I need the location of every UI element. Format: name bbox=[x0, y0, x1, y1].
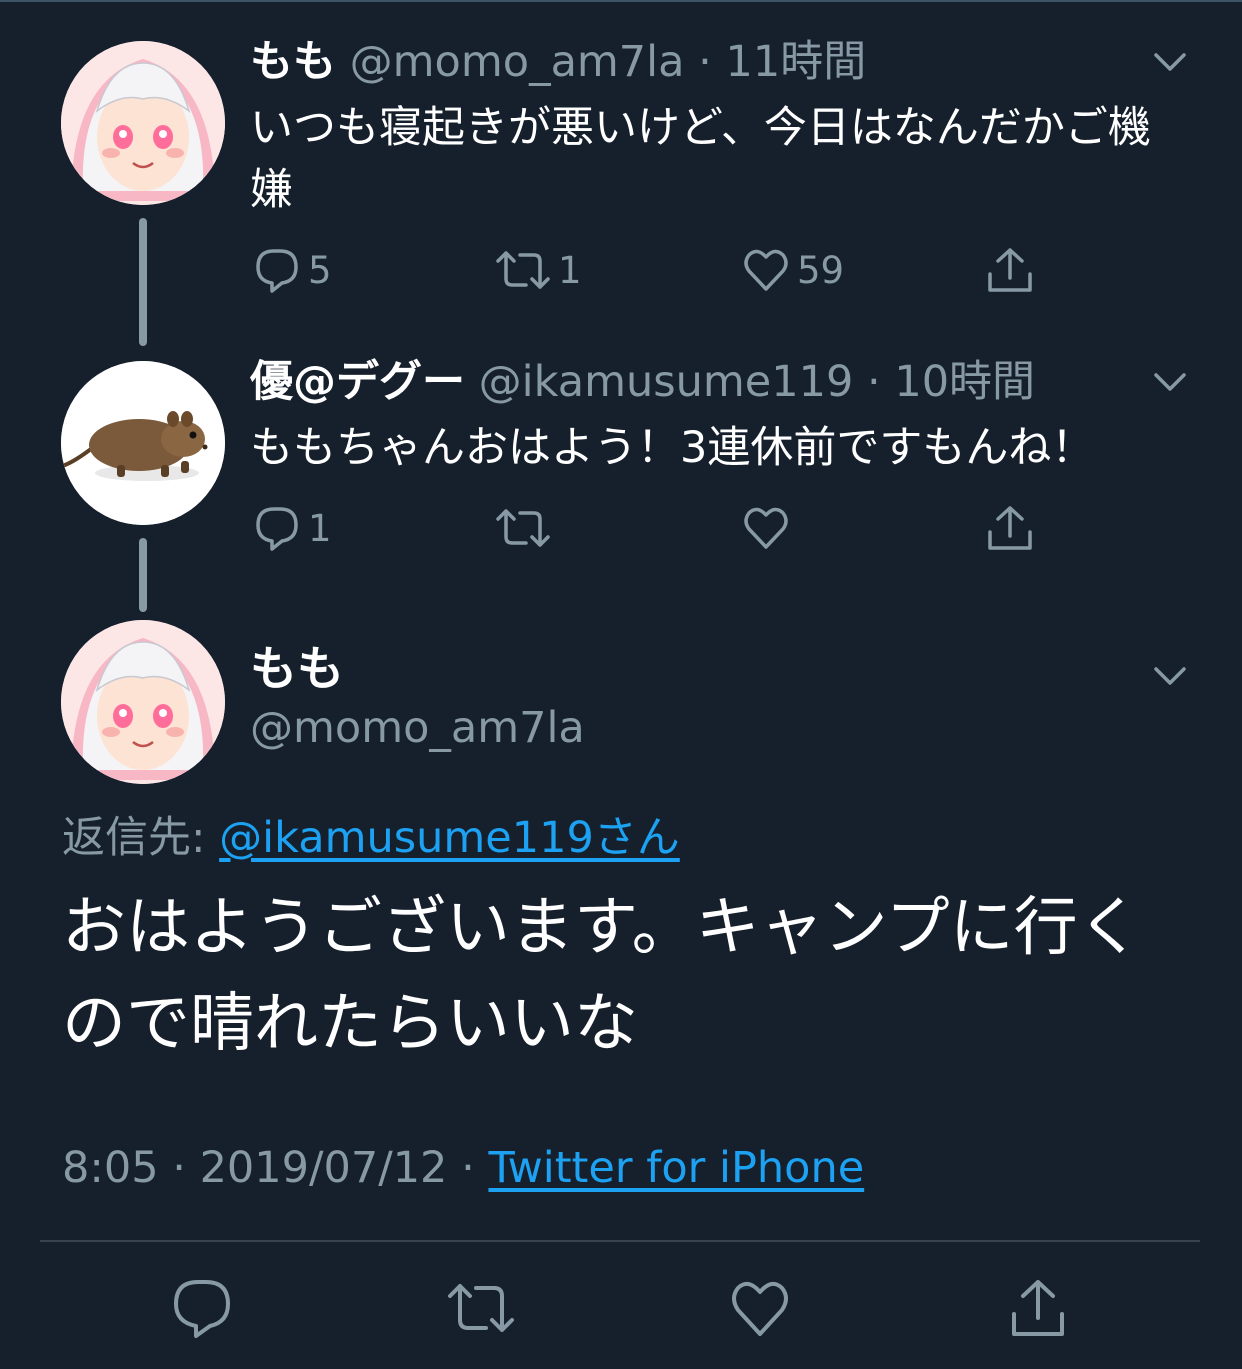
avatar-yu[interactable] bbox=[61, 361, 225, 525]
tweet-time: 8:05 bbox=[62, 1143, 159, 1193]
retweet-icon bbox=[496, 509, 550, 547]
divider bbox=[40, 1240, 1200, 1242]
user-handle[interactable]: @momo_am7la bbox=[350, 37, 685, 87]
like-count: 59 bbox=[797, 248, 845, 292]
heart-icon bbox=[744, 249, 788, 291]
retweet-count: 1 bbox=[558, 248, 582, 292]
reply-button[interactable]: 5 bbox=[252, 244, 332, 296]
share-button[interactable] bbox=[984, 244, 1036, 296]
chevron-down-icon[interactable] bbox=[1150, 362, 1190, 402]
retweet-button[interactable]: 1 bbox=[494, 244, 582, 296]
avatar-momo[interactable] bbox=[61, 41, 225, 205]
degu-avatar-icon bbox=[61, 361, 225, 525]
reply-to-label: 返信先: bbox=[62, 813, 220, 863]
reply-count: 1 bbox=[308, 506, 332, 550]
separator: · bbox=[461, 1143, 475, 1193]
anime-girl-avatar-icon bbox=[61, 41, 225, 205]
display-name[interactable]: もも bbox=[250, 642, 344, 698]
tweet-header: もも @momo_am7la · 11時間 bbox=[250, 37, 866, 87]
reply-to-line: 返信先: @ikamusume119さん bbox=[62, 810, 680, 866]
reply-icon bbox=[256, 507, 298, 551]
like-button[interactable]: 59 bbox=[741, 244, 844, 296]
tweet-time[interactable]: 10時間 bbox=[894, 357, 1035, 407]
chevron-down-icon[interactable] bbox=[1150, 656, 1190, 696]
heart-icon[interactable] bbox=[728, 1276, 792, 1340]
separator: · bbox=[867, 357, 881, 407]
tweet-text: ももちゃんおはよう！3連休前ですもんね！ bbox=[250, 423, 1095, 473]
tweet-date: 2019/07/12 bbox=[199, 1143, 448, 1193]
reply-count: 5 bbox=[308, 248, 332, 292]
thread-connector bbox=[139, 218, 147, 346]
display-name[interactable]: 優@デグー bbox=[250, 357, 465, 407]
thread-connector bbox=[139, 538, 147, 612]
tweet-header: 優@デグー @ikamusume119 · 10時間 bbox=[250, 357, 1035, 407]
like-button[interactable] bbox=[741, 502, 797, 554]
reply-icon[interactable] bbox=[170, 1276, 234, 1340]
display-name[interactable]: もも bbox=[250, 37, 336, 87]
separator: · bbox=[698, 37, 712, 87]
share-icon bbox=[988, 248, 1032, 292]
separator: · bbox=[172, 1143, 186, 1193]
reply-button[interactable]: 1 bbox=[252, 502, 332, 554]
share-button[interactable] bbox=[984, 502, 1036, 554]
tweet-source-link[interactable]: Twitter for iPhone bbox=[488, 1143, 864, 1193]
reply-mention-link[interactable]: @ikamusume119さん bbox=[219, 813, 680, 863]
share-icon bbox=[988, 506, 1032, 550]
retweet-icon[interactable] bbox=[446, 1276, 516, 1340]
share-icon[interactable] bbox=[1006, 1276, 1070, 1340]
avatar-momo[interactable] bbox=[61, 620, 225, 784]
retweet-icon bbox=[496, 251, 550, 289]
user-handle[interactable]: @ikamusume119 bbox=[479, 357, 854, 407]
user-handle[interactable]: @momo_am7la bbox=[250, 700, 585, 756]
tweet-time[interactable]: 11時間 bbox=[725, 37, 866, 87]
reply-icon bbox=[256, 249, 298, 293]
retweet-button[interactable] bbox=[494, 502, 558, 554]
chevron-down-icon[interactable] bbox=[1150, 42, 1190, 82]
anime-girl-avatar-icon bbox=[61, 620, 225, 784]
tweet-text: いつも寝起きが悪いけど、今日はなんだかご機嫌 bbox=[250, 103, 1151, 215]
top-border bbox=[0, 0, 1242, 2]
main-tweet-text: おはようございます。キャンプに行くので晴れたらいいな bbox=[62, 891, 1142, 1061]
tweet-metadata: 8:05 · 2019/07/12 · Twitter for iPhone bbox=[62, 1140, 864, 1196]
heart-icon bbox=[744, 507, 788, 549]
